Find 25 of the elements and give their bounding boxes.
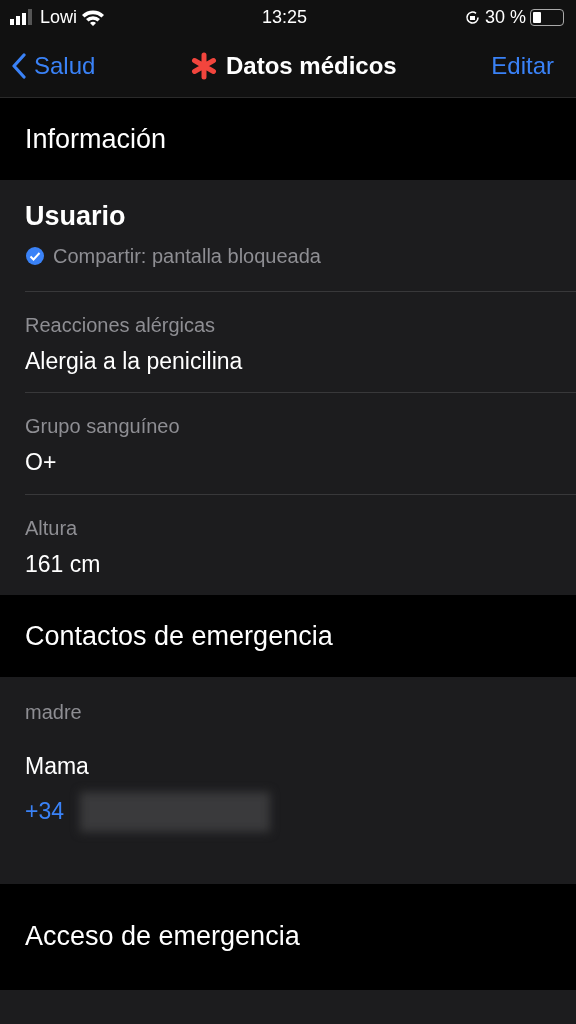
phone-link[interactable]: +34 (25, 794, 64, 829)
chevron-left-icon (12, 52, 26, 79)
contact-name: Mama (25, 752, 90, 781)
section-header: Información (25, 122, 167, 156)
section-header: Acceso de emergencia (25, 920, 300, 954)
carrier-name: Lowi (40, 5, 78, 29)
field-label: Reacciones alérgicas (25, 312, 217, 338)
clock-time: 13:25 (261, 5, 307, 29)
section-header: Contactos de emergencia (25, 619, 333, 653)
profile-name: Usuario (25, 200, 127, 233)
edit-button[interactable]: Editar (491, 47, 554, 84)
page-title: Datos médicos (226, 50, 397, 81)
wifi-icon (81, 8, 106, 26)
back-button[interactable]: Salud (12, 47, 96, 84)
rotation-lock-icon (463, 8, 481, 26)
field-value: O+ (25, 448, 58, 477)
medical-asterisk-icon (190, 51, 218, 80)
field-value: 161 cm (25, 549, 102, 579)
field-label: Altura (25, 515, 79, 541)
field-value: Alergia a la penicilina (25, 346, 244, 376)
share-status: Compartir: pantalla bloqueada (53, 243, 321, 269)
field-label: Grupo sanguíneo (25, 414, 181, 439)
contact-relation: madre (25, 700, 83, 725)
battery-icon (530, 8, 564, 26)
battery-percent: 30 % (484, 5, 526, 29)
